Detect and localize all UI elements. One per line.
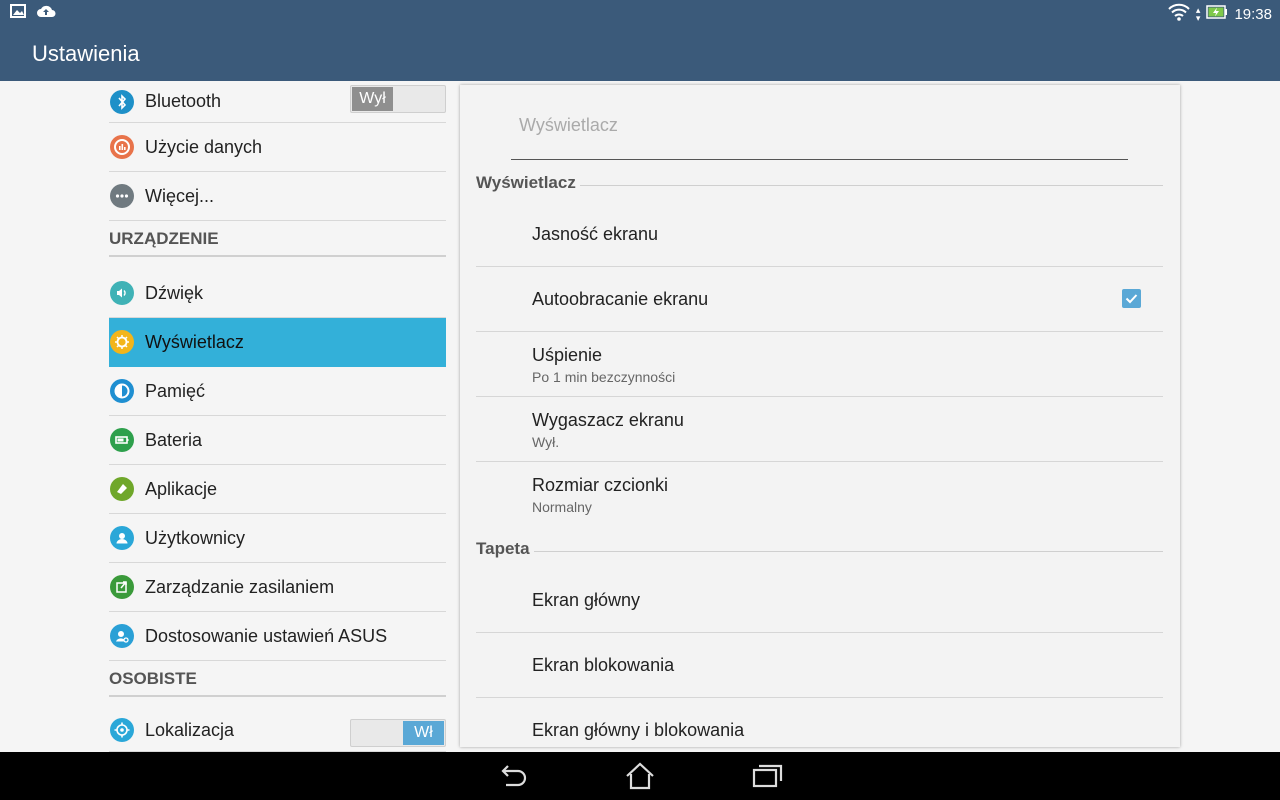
display-icon [110, 330, 134, 354]
panel-header: Wyświetlacz [519, 115, 618, 135]
sound-icon [110, 281, 134, 305]
bluetooth-toggle[interactable]: Wył [350, 85, 446, 113]
settings-item-label: Pamięć [145, 380, 206, 401]
settings-item-label: Bluetooth [145, 91, 222, 111]
recents-icon[interactable] [751, 762, 785, 790]
settings-item-label: Wyświetlacz [145, 331, 244, 352]
pref-sleep[interactable]: Uśpienie Po 1 min bezczynności [476, 332, 1163, 397]
bluetooth-icon [110, 89, 134, 114]
wifi-icon [1168, 3, 1190, 25]
settings-item-label: Lokalizacja [145, 719, 235, 740]
settings-item-label: Użycie danych [145, 136, 263, 157]
settings-item-sound[interactable]: Dźwięk [109, 269, 446, 318]
auto-rotate-checkbox[interactable] [1122, 289, 1141, 308]
settings-item-location[interactable]: Lokalizacja Wł [109, 709, 446, 752]
users-icon [110, 526, 134, 550]
app-title: Ustawienia [32, 41, 140, 66]
status-bar: ▴ ▾ 19:38 [0, 0, 1280, 27]
section-divider [109, 255, 446, 257]
settings-item-display[interactable]: Wyświetlacz [109, 318, 446, 367]
settings-item-label: Więcej... [145, 185, 215, 206]
section-header-personal: OSOBISTE [109, 661, 446, 709]
settings-item-label: Bateria [145, 429, 203, 450]
pref-daydream[interactable]: Wygaszacz ekranu Wył. [476, 397, 1163, 462]
check-icon [1125, 294, 1138, 304]
battery-icon [110, 428, 134, 452]
more-icon [110, 184, 134, 208]
pref-title: Uśpienie [532, 345, 603, 365]
section-divider [109, 695, 446, 697]
signal-arrows-icon: ▴ ▾ [1195, 5, 1201, 23]
pref-auto-rotate[interactable]: Autoobracanie ekranu [476, 267, 1163, 332]
settings-item-users[interactable]: Użytkownicy [109, 514, 446, 563]
settings-item-more[interactable]: Więcej... [109, 172, 446, 221]
asus-customize-icon [110, 624, 134, 648]
storage-icon [110, 379, 134, 403]
cloud-upload-icon [36, 4, 56, 23]
settings-list: Bluetooth Wył Użycie danych Więcej... UR… [109, 81, 446, 752]
location-toggle[interactable]: Wł [350, 719, 446, 747]
section-header-wallpaper: Tapeta [476, 539, 1163, 563]
location-icon [110, 718, 134, 742]
settings-item-bluetooth[interactable]: Bluetooth Wył [109, 81, 446, 123]
pref-wallpaper-home-and-lock[interactable]: Ekran główny i blokowania [476, 698, 1163, 747]
pref-title: Wygaszacz ekranu [532, 410, 684, 430]
pref-title: Ekran główny [532, 590, 641, 610]
power-management-icon [110, 575, 134, 599]
battery-charging-icon [1206, 5, 1228, 23]
image-notification-icon [10, 4, 26, 23]
apps-icon [110, 477, 134, 501]
settings-item-label: Zarządzanie zasilaniem [145, 576, 335, 597]
settings-item-data-usage[interactable]: Użycie danych [109, 123, 446, 172]
settings-item-label: Użytkownicy [145, 527, 246, 548]
display-settings-panel: Wyświetlacz Wyświetlacz Jasność ekranu A… [460, 85, 1180, 747]
section-title: Wyświetlacz [476, 173, 580, 193]
section-header-display: Wyświetlacz [476, 173, 1163, 197]
pref-wallpaper-lock[interactable]: Ekran blokowania [476, 633, 1163, 698]
pref-summary: Wył. [532, 434, 560, 450]
home-icon[interactable] [623, 762, 657, 790]
pref-brightness[interactable]: Jasność ekranu [476, 202, 1163, 267]
pref-title: Ekran blokowania [532, 655, 675, 675]
pref-wallpaper-home[interactable]: Ekran główny [476, 568, 1163, 633]
toggle-knob: Wył [352, 87, 393, 111]
action-bar: Ustawienia [0, 27, 1280, 81]
pref-title: Jasność ekranu [532, 224, 659, 244]
pref-title: Autoobracanie ekranu [532, 289, 709, 309]
panel-header-underline [511, 159, 1128, 160]
pref-title: Ekran główny i blokowania [532, 720, 745, 740]
settings-item-storage[interactable]: Pamięć [109, 367, 446, 416]
data-usage-icon [110, 135, 134, 159]
settings-item-power-management[interactable]: Zarządzanie zasilaniem [109, 563, 446, 612]
pref-title: Rozmiar czcionki [532, 475, 669, 495]
section-title: Tapeta [476, 539, 534, 559]
section-title: URZĄDZENIE [109, 229, 223, 249]
pref-font-size[interactable]: Rozmiar czcionki Normalny [476, 462, 1163, 526]
settings-item-label: Aplikacje [145, 478, 218, 499]
settings-item-label: Dźwięk [145, 282, 204, 303]
back-icon[interactable] [496, 762, 530, 790]
section-title: OSOBISTE [109, 669, 201, 689]
toggle-knob: Wł [403, 721, 444, 745]
pref-summary: Po 1 min bezczynności [532, 369, 676, 385]
settings-item-asus-customize[interactable]: Dostosowanie ustawień ASUS [109, 612, 446, 661]
navigation-bar [0, 752, 1280, 800]
pref-summary: Normalny [532, 499, 592, 515]
section-divider [476, 551, 1163, 552]
settings-item-apps[interactable]: Aplikacje [109, 465, 446, 514]
settings-item-battery[interactable]: Bateria [109, 416, 446, 465]
section-header-device: URZĄDZENIE [109, 221, 446, 269]
clock: 19:38 [1234, 5, 1272, 23]
settings-item-label: Dostosowanie ustawień ASUS [145, 625, 388, 646]
